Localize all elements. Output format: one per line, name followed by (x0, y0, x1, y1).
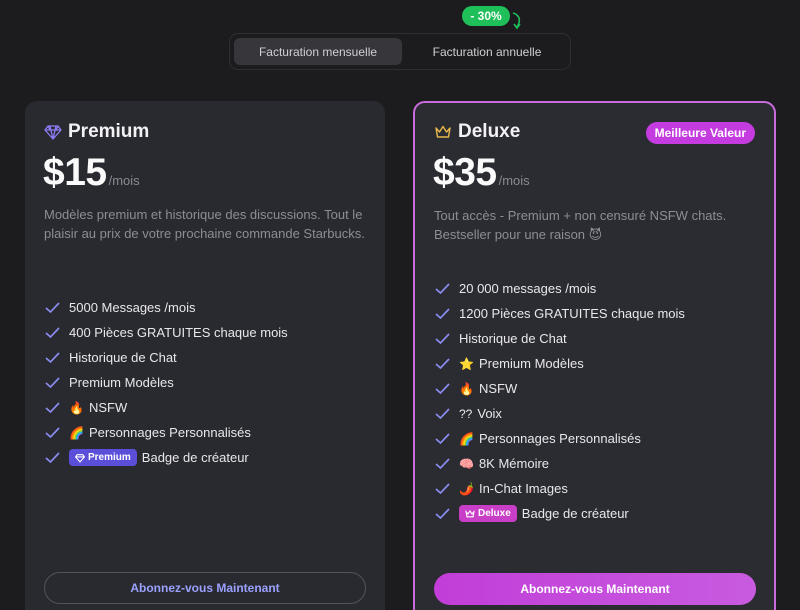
deluxe-description: Tout accès - Premium + non censuré NSFW … (434, 208, 727, 242)
deluxe-price-amount: $35 (433, 151, 497, 194)
feature-text: 20 000 messages /mois (459, 281, 597, 296)
curved-arrow-icon (512, 12, 521, 30)
check-icon (45, 452, 60, 464)
feature-text: Voix (477, 406, 502, 421)
feature-text: NSFW (88, 400, 128, 415)
brain-icon: 🧠 (459, 456, 474, 471)
badge-label: Deluxe (478, 508, 511, 519)
feature-text: 400 Pièces GRATUITES chaque mois (69, 325, 288, 340)
feature-text: 1200 Pièces GRATUITES chaque mois (459, 306, 685, 321)
check-icon (435, 408, 450, 420)
feature-item: 🌈 Personnages Personnalisés (44, 420, 288, 445)
check-icon (435, 383, 450, 395)
billing-annual-tab[interactable]: Facturation annuelle (402, 38, 572, 65)
feature-text: Personnages Personnalisés (88, 425, 251, 440)
feature-item: Premium Badge de créateur (44, 445, 288, 470)
feature-text: In-Chat Images (478, 481, 568, 496)
deluxe-feature-list: 20 000 messages /mois 1200 Pièces GRATUI… (434, 276, 685, 526)
check-icon (45, 302, 60, 314)
check-icon (435, 508, 450, 520)
feature-item: ?? Voix (434, 401, 685, 426)
feature-item: 🔥 NSFW (434, 376, 685, 401)
billing-monthly-tab[interactable]: Facturation mensuelle (234, 38, 402, 65)
check-icon (435, 433, 450, 445)
check-icon (435, 458, 450, 470)
feature-item: 20 000 messages /mois (434, 276, 685, 301)
feature-text: 8K Mémoire (478, 456, 550, 471)
feature-text: NSFW (478, 381, 518, 396)
feature-item: 1200 Pièces GRATUITES chaque mois (434, 301, 685, 326)
premium-plan-header: Premium (44, 121, 149, 143)
deluxe-price-unit: /mois (498, 173, 530, 188)
deluxe-plan-card: Deluxe Meilleure Valeur $35 /mois Tout a… (413, 101, 776, 610)
feature-item: Historique de Chat (44, 345, 288, 370)
check-icon (435, 333, 450, 345)
premium-price-unit: /mois (108, 173, 140, 188)
feature-item: ⭐ Premium Modèles (434, 351, 685, 376)
unknown-icon: ?? (459, 406, 473, 421)
diamond-icon (44, 125, 62, 140)
feature-item: Premium Modèles (44, 370, 288, 395)
feature-text: Badge de créateur (141, 450, 249, 465)
premium-creator-badge: Premium (69, 449, 137, 466)
feature-text: Personnages Personnalisés (478, 431, 641, 446)
check-icon (435, 483, 450, 495)
feature-item: 5000 Messages /mois (44, 295, 288, 320)
deluxe-subscribe-button[interactable]: Abonnez-vous Maintenant (434, 573, 756, 605)
feature-text: Badge de créateur (521, 506, 629, 521)
premium-description: Modèles premium et historique des discus… (44, 207, 365, 241)
premium-price-amount: $15 (43, 151, 107, 194)
check-icon (45, 402, 60, 414)
feature-text: Premium Modèles (478, 356, 584, 371)
check-icon (435, 283, 450, 295)
deluxe-creator-badge: Deluxe (459, 505, 517, 522)
feature-text: Historique de Chat (69, 350, 177, 365)
check-icon (45, 377, 60, 389)
deluxe-plan-header: Deluxe (434, 121, 520, 143)
deluxe-plan-name: Deluxe (458, 121, 521, 142)
feature-text: Premium Modèles (69, 375, 174, 390)
rainbow-icon: 🌈 (459, 431, 474, 446)
star-icon: ⭐ (459, 356, 474, 371)
feature-text: Historique de Chat (459, 331, 567, 346)
crown-icon (435, 125, 451, 138)
premium-subscribe-button[interactable]: Abonnez-vous Maintenant (44, 572, 366, 604)
premium-plan-card: Premium $15 /mois Modèles premium et his… (25, 101, 385, 610)
feature-item: 🧠 8K Mémoire (434, 451, 685, 476)
discount-badge: - 30% (462, 6, 510, 26)
billing-toggle: Facturation mensuelle Facturation annuel… (229, 33, 571, 70)
deluxe-price: $35 /mois (433, 151, 530, 195)
premium-plan-name: Premium (68, 121, 150, 142)
diamond-icon (75, 453, 85, 463)
feature-item: Deluxe Badge de créateur (434, 501, 685, 526)
feature-item: 🌶️ In-Chat Images (434, 476, 685, 501)
check-icon (435, 358, 450, 370)
badge-label: Premium (88, 452, 131, 463)
check-icon (45, 327, 60, 339)
fire-icon: 🔥 (69, 400, 84, 415)
check-icon (435, 308, 450, 320)
feature-text: 5000 Messages /mois (69, 300, 196, 315)
feature-item: 🌈 Personnages Personnalisés (434, 426, 685, 451)
feature-item: Historique de Chat (434, 326, 685, 351)
feature-item: 🔥 NSFW (44, 395, 288, 420)
crown-icon (465, 509, 475, 517)
premium-price: $15 /mois (43, 151, 140, 195)
check-icon (45, 427, 60, 439)
fire-icon: 🔥 (459, 381, 474, 396)
premium-feature-list: 5000 Messages /mois 400 Pièces GRATUITES… (44, 295, 288, 470)
check-icon (45, 352, 60, 364)
chili-pepper-icon: 🌶️ (459, 481, 474, 496)
rainbow-icon: 🌈 (69, 425, 84, 440)
feature-item: 400 Pièces GRATUITES chaque mois (44, 320, 288, 345)
best-value-badge: Meilleure Valeur (645, 122, 755, 144)
